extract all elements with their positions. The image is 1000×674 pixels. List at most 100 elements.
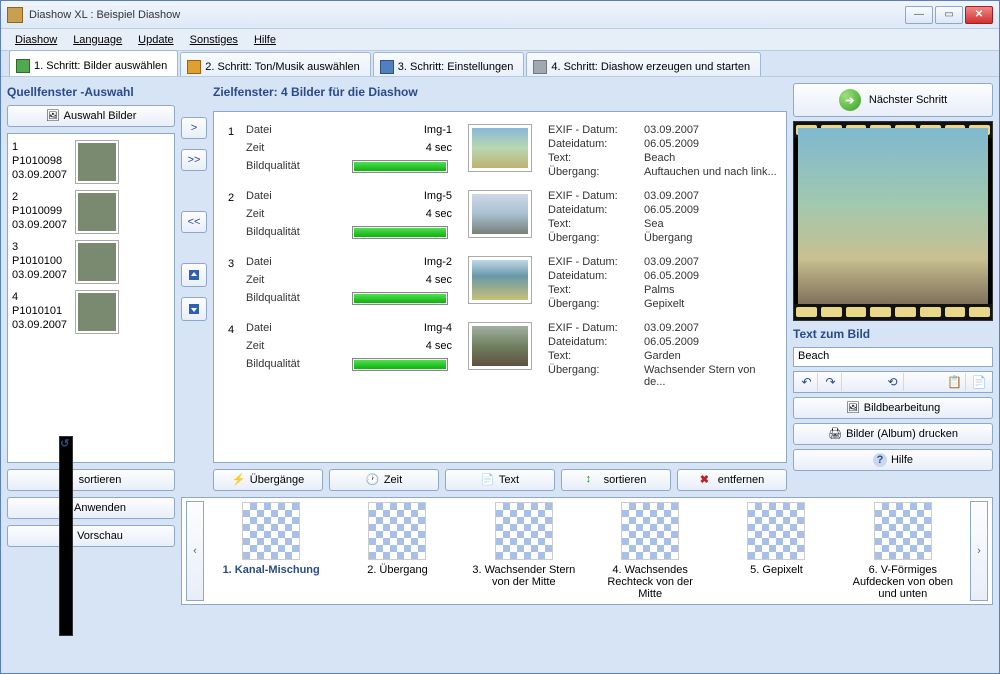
remove-button[interactable]: entfernen (677, 469, 787, 491)
gallery-item[interactable]: 4. Wachsendes Rechteck von der Mitte (595, 502, 705, 600)
rotate-right-icon[interactable]: ↷ (820, 373, 842, 391)
down-icon (187, 302, 201, 316)
menu-hilfe[interactable]: Hilfe (248, 32, 282, 48)
window-title: Diashow XL : Beispiel Diashow (29, 9, 905, 21)
text-icon (481, 473, 495, 487)
select-images-button[interactable]: Auswahl Bilder (7, 105, 175, 127)
gallery-item[interactable]: 5. Gepixelt (721, 502, 831, 600)
source-heading: Quellfenster -Auswahl (7, 83, 175, 105)
preview-button[interactable]: Vorschau (7, 525, 175, 547)
maximize-button[interactable]: ▭ (935, 6, 963, 24)
gallery-item[interactable]: 2. Übergang (342, 502, 452, 600)
images-icon (16, 59, 30, 73)
transition-thumbnail (621, 502, 679, 560)
tab-step-1[interactable]: 1. Schritt: Bilder auswählen (9, 50, 178, 76)
source-thumbnail (75, 290, 119, 334)
film-strip-bottom (794, 304, 992, 320)
target-thumbnail (468, 190, 532, 238)
source-thumbnail (75, 190, 119, 234)
target-item[interactable]: 3 DateiZeitBildqualität Img-24 sec EXIF … (214, 250, 786, 316)
tab-step-4[interactable]: 4. Schritt: Diashow erzeugen und starten (526, 52, 761, 76)
sort-icon (586, 473, 600, 487)
tab-step-3[interactable]: 3. Schritt: Einstellungen (373, 52, 525, 76)
clock-icon: 🕐 (366, 473, 380, 487)
text-to-image-heading: Text zum Bild (793, 325, 993, 343)
up-icon (187, 268, 201, 282)
transition-thumbnail (495, 502, 553, 560)
move-up-button[interactable] (181, 263, 207, 287)
apply-button[interactable]: Anwenden (7, 497, 175, 519)
minimize-button[interactable]: — (905, 6, 933, 24)
rotate-left-icon[interactable]: ↶ (796, 373, 818, 391)
source-thumbnail (75, 240, 119, 284)
close-button[interactable]: ✕ (965, 6, 993, 24)
transition-thumbnail (874, 502, 932, 560)
menu-language[interactable]: Language (67, 32, 128, 48)
quality-bar (352, 226, 448, 239)
target-item[interactable]: 4 DateiZeitBildqualität Img-44 sec EXIF … (214, 316, 786, 394)
menubar: Diashow Language Update Sonstiges Hilfe (1, 29, 999, 51)
text-button[interactable]: Text (445, 469, 555, 491)
music-icon (187, 60, 201, 74)
source-list[interactable]: 1P101009803.09.20072P101009903.09.20073P… (7, 133, 175, 463)
move-right-all-button[interactable]: >> (181, 149, 207, 171)
source-item[interactable]: 4P101010103.09.2007 (12, 288, 170, 336)
image-text-input[interactable]: Beach (793, 347, 993, 367)
main-window: Diashow XL : Beispiel Diashow — ▭ ✕ Dias… (0, 0, 1000, 674)
menu-sonstiges[interactable]: Sonstiges (184, 32, 244, 48)
move-buttons: > >> << (181, 83, 207, 491)
remove-icon (700, 473, 714, 487)
menu-diashow[interactable]: Diashow (9, 32, 63, 48)
quality-bar (352, 160, 448, 173)
source-sort-button[interactable]: sortieren (7, 469, 175, 491)
flip-icon[interactable]: ⟲ (882, 373, 904, 391)
settings-icon (380, 60, 394, 74)
time-button[interactable]: 🕐Zeit (329, 469, 439, 491)
preview-image (798, 128, 988, 314)
gallery-item[interactable]: 3. Wachsender Stern von der Mitte (469, 502, 579, 600)
folder-icon (46, 109, 60, 123)
target-item[interactable]: 1 DateiZeitBildqualität Img-14 sec EXIF … (214, 118, 786, 184)
gallery-scroll-right[interactable]: › (970, 501, 988, 601)
preview-panel: ➔ Nächster Schritt Text zum Bild Beach ↶… (793, 83, 993, 491)
target-list[interactable]: 1 DateiZeitBildqualität Img-14 sec EXIF … (213, 111, 787, 463)
target-panel: Zielfenster: 4 Bilder für die Diashow 1 … (213, 83, 787, 491)
source-item[interactable]: 3P101010003.09.2007 (12, 238, 170, 286)
help-icon (873, 453, 887, 467)
move-left-all-button[interactable]: << (181, 211, 207, 233)
menu-update[interactable]: Update (132, 32, 179, 48)
quality-bar (352, 292, 448, 305)
copy-icon[interactable]: 📋 (944, 373, 966, 391)
lightning-icon (232, 473, 246, 487)
gallery-scroll-left[interactable]: ‹ (186, 501, 204, 601)
target-sort-button[interactable]: sortieren (561, 469, 671, 491)
source-item[interactable]: 1P101009803.09.2007 (12, 138, 170, 186)
target-item[interactable]: 2 DateiZeitBildqualität Img-54 sec EXIF … (214, 184, 786, 250)
paste-icon[interactable]: 📄 (968, 373, 990, 391)
source-item[interactable]: 2P101009903.09.2007 (12, 188, 170, 236)
target-thumbnail (468, 322, 532, 370)
content-area: Quellfenster -Auswahl Auswahl Bilder 1P1… (1, 77, 999, 673)
transition-thumbnail (368, 502, 426, 560)
app-icon (7, 7, 23, 23)
transition-thumbnail (747, 502, 805, 560)
target-heading: Zielfenster: 4 Bilder für die Diashow (213, 83, 787, 105)
move-down-button[interactable] (181, 297, 207, 321)
source-thumbnail (75, 140, 119, 184)
generate-icon (533, 60, 547, 74)
image-preview (793, 121, 993, 321)
image-edit-button[interactable]: Bildbearbeitung (793, 397, 993, 419)
next-step-button[interactable]: ➔ Nächster Schritt (793, 83, 993, 117)
print-album-button[interactable]: Bilder (Album) drucken (793, 423, 993, 445)
help-button[interactable]: Hilfe (793, 449, 993, 471)
source-panel: Quellfenster -Auswahl Auswahl Bilder 1P1… (7, 83, 175, 491)
transition-thumbnail (242, 502, 300, 560)
move-right-button[interactable]: > (181, 117, 207, 139)
gallery-item[interactable]: 1. Kanal-Mischung (216, 502, 326, 600)
target-thumbnail (468, 124, 532, 172)
gallery-item[interactable]: 6. V-Förmiges Aufdecken von oben und unt… (848, 502, 958, 600)
titlebar: Diashow XL : Beispiel Diashow — ▭ ✕ (1, 1, 999, 29)
transitions-button[interactable]: Übergänge (213, 469, 323, 491)
arrow-right-icon: ➔ (839, 89, 861, 111)
tab-step-2[interactable]: 2. Schritt: Ton/Musik auswählen (180, 52, 370, 76)
